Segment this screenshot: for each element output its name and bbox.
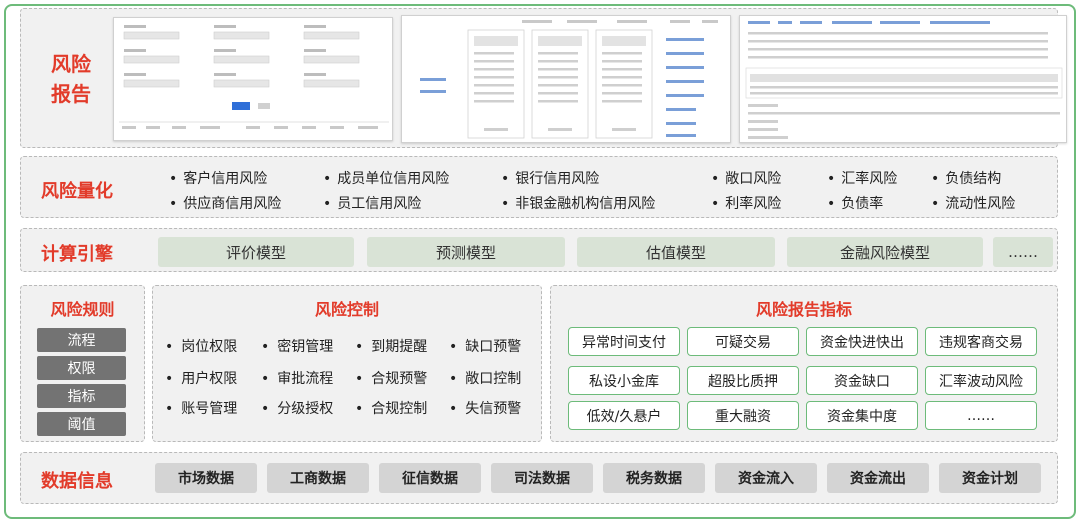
report-screenshot-table — [739, 15, 1067, 143]
data-source-item: 市场数据 — [155, 463, 257, 493]
indicator-item: 违规客商交易 — [925, 327, 1037, 356]
quant-item: 非银金融机构信用风险 — [501, 193, 655, 213]
risk-quant-title: 风险量化 — [41, 181, 113, 202]
risk-indicators-panel: 风险报告指标 异常时间支付 可疑交易 资金快进快出 违规客商交易 私设小金库 超… — [550, 285, 1058, 442]
cards-thumbnail-graphic — [420, 20, 718, 139]
data-source-item: 资金流出 — [827, 463, 929, 493]
data-source-item: 工商数据 — [267, 463, 369, 493]
indicator-item: 资金快进快出 — [806, 327, 918, 356]
risk-control-title: 风险控制 — [314, 300, 379, 319]
risk-indicators-title: 风险报告指标 — [755, 300, 852, 319]
engine-model-box: 预测模型 — [367, 237, 565, 267]
indicator-item: …… — [925, 401, 1037, 430]
risk-rules-title: 风险规则 — [50, 300, 115, 319]
quant-item: 负债结构 — [931, 168, 1001, 188]
control-item: 分级授权 — [261, 398, 333, 418]
data-source-item: 资金计划 — [939, 463, 1041, 493]
indicator-item: 异常时间支付 — [568, 327, 680, 356]
indicator-item: 汇率波动风险 — [925, 366, 1037, 395]
data-source-item: 税务数据 — [603, 463, 705, 493]
risk-control-panel: 风险控制 岗位权限 密钥管理 到期提醒 缺口预警 用户权限 审批流程 合规预警 … — [152, 285, 542, 442]
control-item: 缺口预警 — [449, 336, 521, 356]
data-source-item: 征信数据 — [379, 463, 481, 493]
report-screenshot-form — [113, 17, 393, 141]
control-item: 敞口控制 — [449, 368, 521, 388]
risk-report-title: 风险报告 — [51, 52, 91, 106]
calc-engine-title: 计算引擎 — [41, 244, 113, 265]
data-info-band: 数据信息 市场数据 工商数据 征信数据 司法数据 税务数据 资金流入 资金流出 … — [20, 452, 1058, 504]
control-item: 合规预警 — [355, 368, 427, 388]
control-item: 账号管理 — [165, 398, 237, 418]
indicator-item: 资金集中度 — [806, 401, 918, 430]
indicator-item: 资金缺口 — [806, 366, 918, 395]
data-source-item: 资金流入 — [715, 463, 817, 493]
form-thumbnail-graphic — [119, 25, 389, 129]
control-item: 密钥管理 — [261, 336, 333, 356]
control-item: 合规控制 — [355, 398, 427, 418]
rule-item: 阈值 — [37, 412, 126, 436]
indicator-item: 重大融资 — [687, 401, 799, 430]
control-item: 失信预警 — [449, 398, 521, 418]
quant-item: 利率风险 — [711, 193, 781, 213]
control-item: 用户权限 — [165, 368, 237, 388]
indicator-item: 私设小金库 — [568, 366, 680, 395]
risk-report-band: 风险报告 — [20, 8, 1067, 148]
rule-item: 权限 — [37, 356, 126, 380]
engine-model-box: 金融风险模型 — [787, 237, 983, 267]
indicator-item: 可疑交易 — [687, 327, 799, 356]
calc-engine-band: 计算引擎 评价模型 预测模型 估值模型 金融风险模型 …… — [20, 228, 1058, 272]
risk-quant-band: 风险量化 客户信用风险 成员单位信用风险 银行信用风险 敞口风险 汇率风险 负债… — [20, 156, 1058, 218]
engine-model-box: …… — [993, 237, 1053, 267]
report-screenshot-cards — [401, 15, 731, 143]
quant-item: 负债率 — [827, 193, 883, 213]
engine-model-box: 估值模型 — [577, 237, 775, 267]
rule-item: 指标 — [37, 384, 126, 408]
quant-item: 成员单位信用风险 — [323, 168, 449, 188]
control-item: 审批流程 — [261, 368, 333, 388]
risk-rules-panel: 风险规则 流程 权限 指标 阈值 — [20, 285, 145, 442]
quant-item: 供应商信用风险 — [169, 193, 281, 213]
data-info-title: 数据信息 — [41, 471, 113, 492]
control-item: 到期提醒 — [355, 336, 427, 356]
quant-item: 银行信用风险 — [501, 168, 599, 188]
quant-item: 汇率风险 — [827, 168, 897, 188]
rule-item: 流程 — [37, 328, 126, 352]
data-source-item: 司法数据 — [491, 463, 593, 493]
indicator-item: 低效/久悬户 — [568, 401, 680, 430]
engine-model-box: 评价模型 — [158, 237, 354, 267]
control-item: 岗位权限 — [165, 336, 237, 356]
table-thumbnail-graphic — [745, 21, 1063, 139]
quant-item: 流动性风险 — [931, 193, 1015, 213]
quant-item: 客户信用风险 — [169, 168, 267, 188]
quant-item: 敞口风险 — [711, 168, 781, 188]
quant-item: 员工信用风险 — [323, 193, 421, 213]
indicator-item: 超股比质押 — [687, 366, 799, 395]
